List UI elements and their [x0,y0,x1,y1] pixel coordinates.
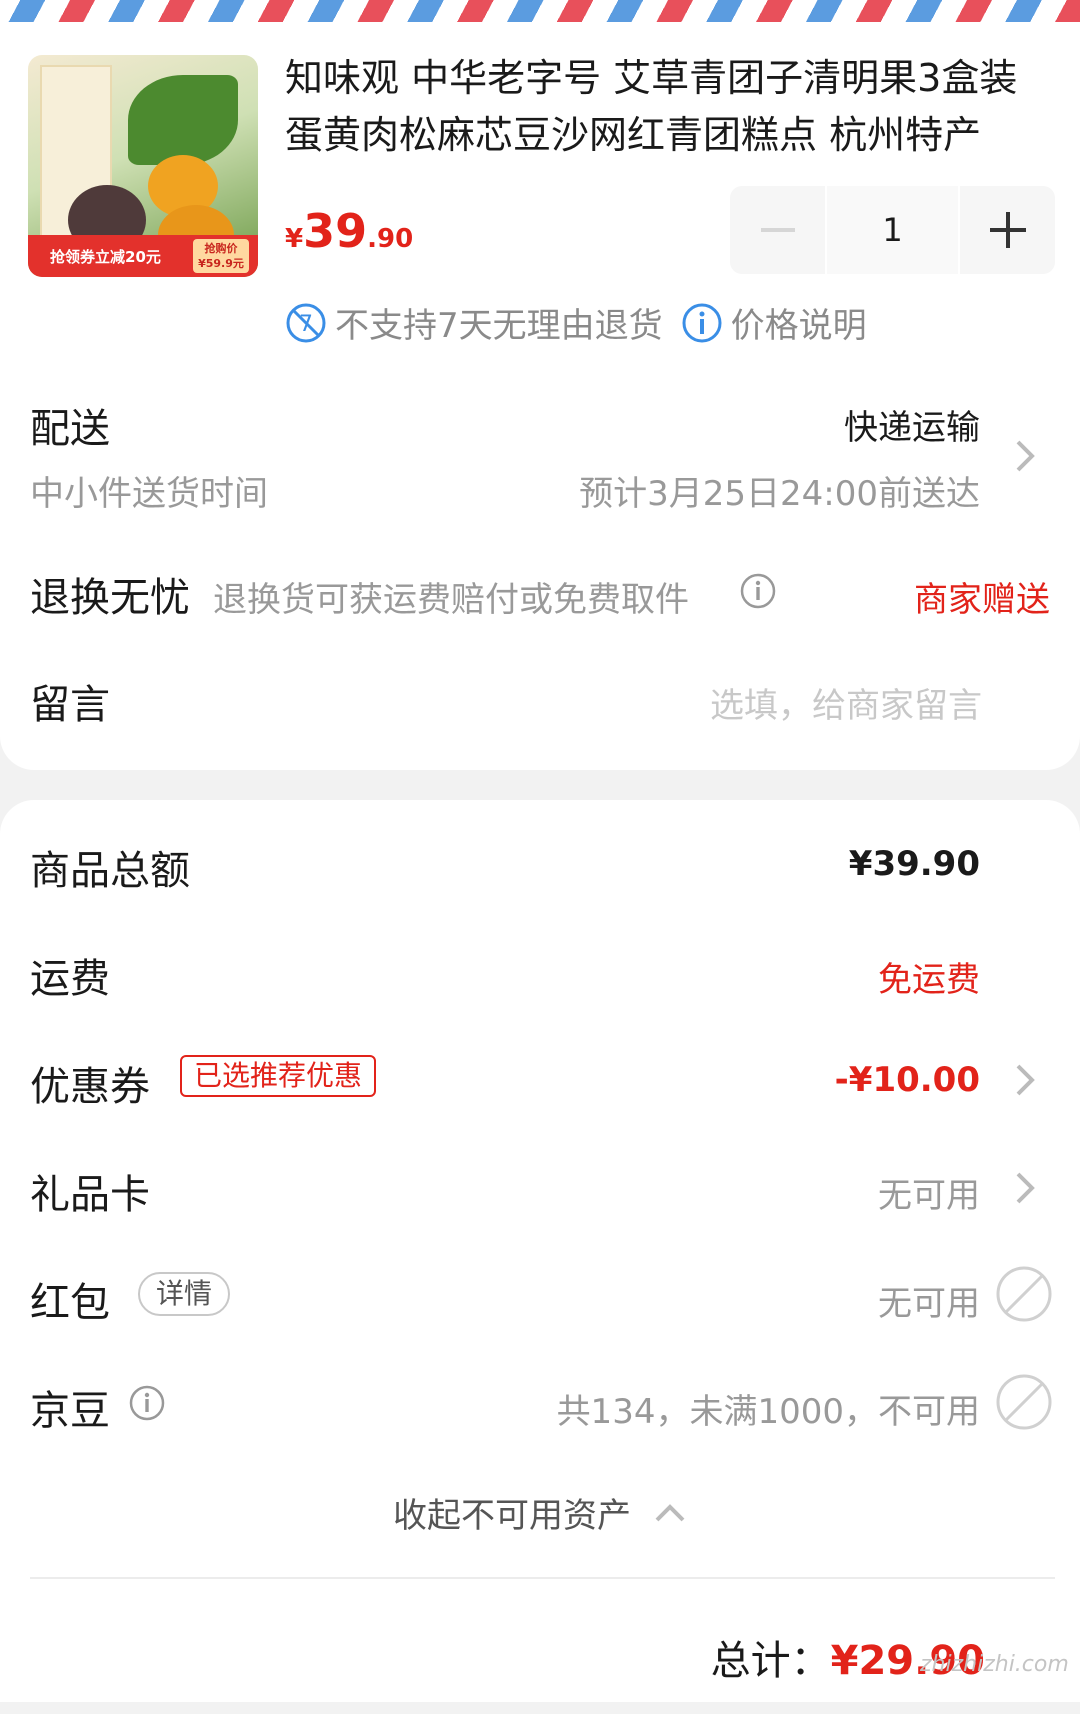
summary-divider [30,1577,1055,1579]
thumb-promo-text: 抢领券立减20元 [50,247,161,266]
delivery-chevron-right-icon[interactable] [1012,436,1038,476]
goods-total-label: 商品总额 [30,848,190,894]
product-price: ¥ 39 .90 [285,204,413,258]
chevron-up-icon [655,1503,685,1521]
price-decimal: .90 [367,224,414,254]
price-info-link[interactable]: 价格说明 [731,298,867,347]
giftcard-chevron-right-icon[interactable] [1012,1168,1038,1208]
coupon-label: 优惠券 [30,1064,150,1110]
decrease-quantity-button[interactable] [730,186,825,274]
product-thumbnail[interactable]: 抢领券立减20元 抢购价 ¥59.9元 [28,55,258,277]
jingdou-info-icon[interactable] [128,1384,166,1422]
thumb-price-line2: ¥59.9元 [198,257,244,270]
giftcard-value[interactable]: 无可用 [878,1168,980,1217]
collapse-unavailable-assets-button[interactable]: 收起不可用资产 [0,1488,1080,1537]
price-integer: 39 [303,204,368,258]
minus-icon [760,228,795,232]
redpacket-detail-button[interactable]: 详情 [138,1272,231,1316]
thumb-leaf [128,75,238,165]
coupon-chevron-right-icon[interactable] [1012,1060,1038,1100]
delivery-method[interactable]: 快递运输 [844,400,980,449]
quantity-value[interactable]: 1 [825,186,960,274]
price-info-icon[interactable] [681,302,723,344]
delivery-eta[interactable]: 预计3月25日24:00前送达 [579,466,980,515]
message-label: 留言 [30,682,110,728]
return-label: 退换无忧 [30,575,190,621]
redpacket-value: 无可用 [878,1284,980,1324]
coupon-recommended-badge: 已选推荐优惠 [180,1055,377,1097]
jingdou-disabled-icon [996,1374,1052,1430]
giftcard-label: 礼品卡 [30,1172,150,1218]
message-input[interactable]: 选填，给商家留言 [710,678,982,727]
site-watermark: zhizhizhi.com [920,1652,1069,1677]
thumb-promo-ribbon: 抢领券立减20元 抢购价 ¥59.9元 [28,235,258,277]
thumb-price-box: 抢购价 ¥59.9元 [193,239,249,273]
goods-total-value: ¥39.90 [848,844,980,884]
product-title[interactable]: 知味观 中华老字号 艾草青团子清明果3盒装 蛋黄肉松麻芯豆沙网红青团糕点 杭州特… [285,50,1055,164]
redpacket-label: 红包 [30,1280,110,1326]
shipping-value: 免运费 [878,960,980,1000]
quantity-stepper: 1 [730,186,1055,274]
plus-icon [989,212,1026,248]
no-return-icon: 7 [286,303,326,342]
thumb-price-line1: 抢购价 [204,242,238,255]
order-summary-card [0,800,1080,1702]
delivery-label: 配送 [30,406,110,452]
collapse-label: 收起不可用资产 [393,1496,631,1536]
return-info-icon[interactable] [739,572,777,610]
no-return-text: 不支持7天无理由退货 [335,306,663,346]
shipping-label: 运费 [30,956,110,1002]
price-currency: ¥ [285,224,304,254]
delivery-sub-label: 中小件送货时间 [30,474,268,514]
return-desc: 退换货可获运费赔付或免费取件 [213,580,689,620]
increase-quantity-button[interactable] [960,186,1055,274]
jingdou-label: 京豆 [30,1388,110,1434]
return-value: 商家赠送 [914,580,1050,620]
product-service-tags: 7 不支持7天无理由退货 价格说明 [285,298,867,347]
coupon-value[interactable]: -¥10.00 [835,1060,980,1100]
jingdou-value: 共134，未满1000，不可用 [556,1392,980,1432]
total-label: 总计： [710,1638,831,1684]
redpacket-disabled-icon [996,1266,1052,1322]
airmail-stripe-border [0,0,1080,22]
